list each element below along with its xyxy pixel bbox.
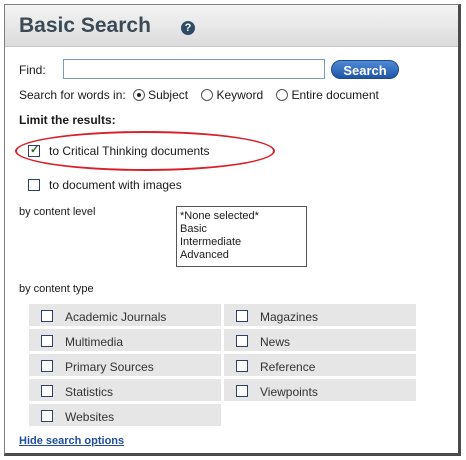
checkbox[interactable] (41, 410, 53, 422)
level-option[interactable]: Intermediate (180, 236, 303, 249)
checkbox[interactable] (41, 360, 53, 372)
panel-header: Basic Search ? (5, 5, 458, 47)
type-label: Reference (260, 360, 316, 374)
with-images-label: to document with images (49, 178, 182, 192)
type-magazines[interactable]: Magazines (223, 303, 417, 327)
type-reference[interactable]: Reference (223, 353, 417, 377)
checkbox[interactable] (236, 385, 248, 397)
type-primary-sources[interactable]: Primary Sources (28, 353, 222, 377)
find-label: Find: (19, 63, 46, 77)
type-label: Academic Journals (65, 310, 167, 324)
with-images-checkbox[interactable] (28, 179, 40, 191)
type-label: Primary Sources (65, 360, 154, 374)
level-option[interactable]: Basic (180, 223, 303, 236)
critical-thinking-checkbox[interactable] (28, 143, 40, 157)
radio-keyword[interactable] (201, 89, 214, 101)
checkbox[interactable] (41, 335, 53, 347)
radio-entire-document[interactable] (276, 89, 289, 101)
level-option[interactable]: *None selected* (180, 210, 303, 223)
find-input[interactable] (63, 59, 325, 79)
level-option[interactable]: Advanced (180, 249, 303, 262)
limit-heading: Limit the results: (19, 113, 116, 127)
search-words-row: Search for words in: Subject Keyword Ent… (19, 88, 385, 102)
search-button[interactable]: Search (331, 60, 399, 79)
type-academic-journals[interactable]: Academic Journals (28, 303, 222, 327)
content-level-label: by content level (19, 206, 96, 218)
page-title: Basic Search (19, 14, 151, 37)
type-news[interactable]: News (223, 328, 417, 352)
checkbox[interactable] (236, 335, 248, 347)
checkbox[interactable] (236, 360, 248, 372)
type-label: Statistics (65, 385, 114, 399)
type-viewpoints[interactable]: Viewpoints (223, 378, 417, 402)
radio-keyword-label: Keyword (216, 88, 264, 102)
type-multimedia[interactable]: Multimedia (28, 328, 222, 352)
radio-subject[interactable] (133, 89, 146, 101)
type-label: News (260, 335, 291, 349)
type-label: Websites (65, 410, 115, 424)
radio-subject-label: Subject (148, 88, 189, 102)
type-label: Viewpoints (260, 385, 318, 399)
checkbox[interactable] (41, 310, 53, 322)
search-words-label: Search for words in: (19, 88, 126, 102)
type-label: Magazines (260, 310, 319, 324)
type-label: Multimedia (65, 335, 124, 349)
critical-thinking-label: to Critical Thinking documents (49, 144, 210, 158)
checkbox[interactable] (41, 385, 53, 397)
content-type-label: by content type (19, 283, 94, 295)
type-statistics[interactable]: Statistics (28, 378, 222, 402)
content-level-listbox[interactable]: *None selected* Basic Intermediate Advan… (176, 206, 307, 267)
radio-entire-document-label: Entire document (291, 88, 379, 102)
hide-search-options-link[interactable]: Hide search options (19, 435, 124, 447)
checkbox[interactable] (236, 310, 248, 322)
basic-search-panel: Basic Search ? Find: Search Search for w… (4, 4, 461, 456)
help-icon[interactable]: ? (181, 21, 195, 35)
type-websites[interactable]: Websites (28, 403, 222, 427)
